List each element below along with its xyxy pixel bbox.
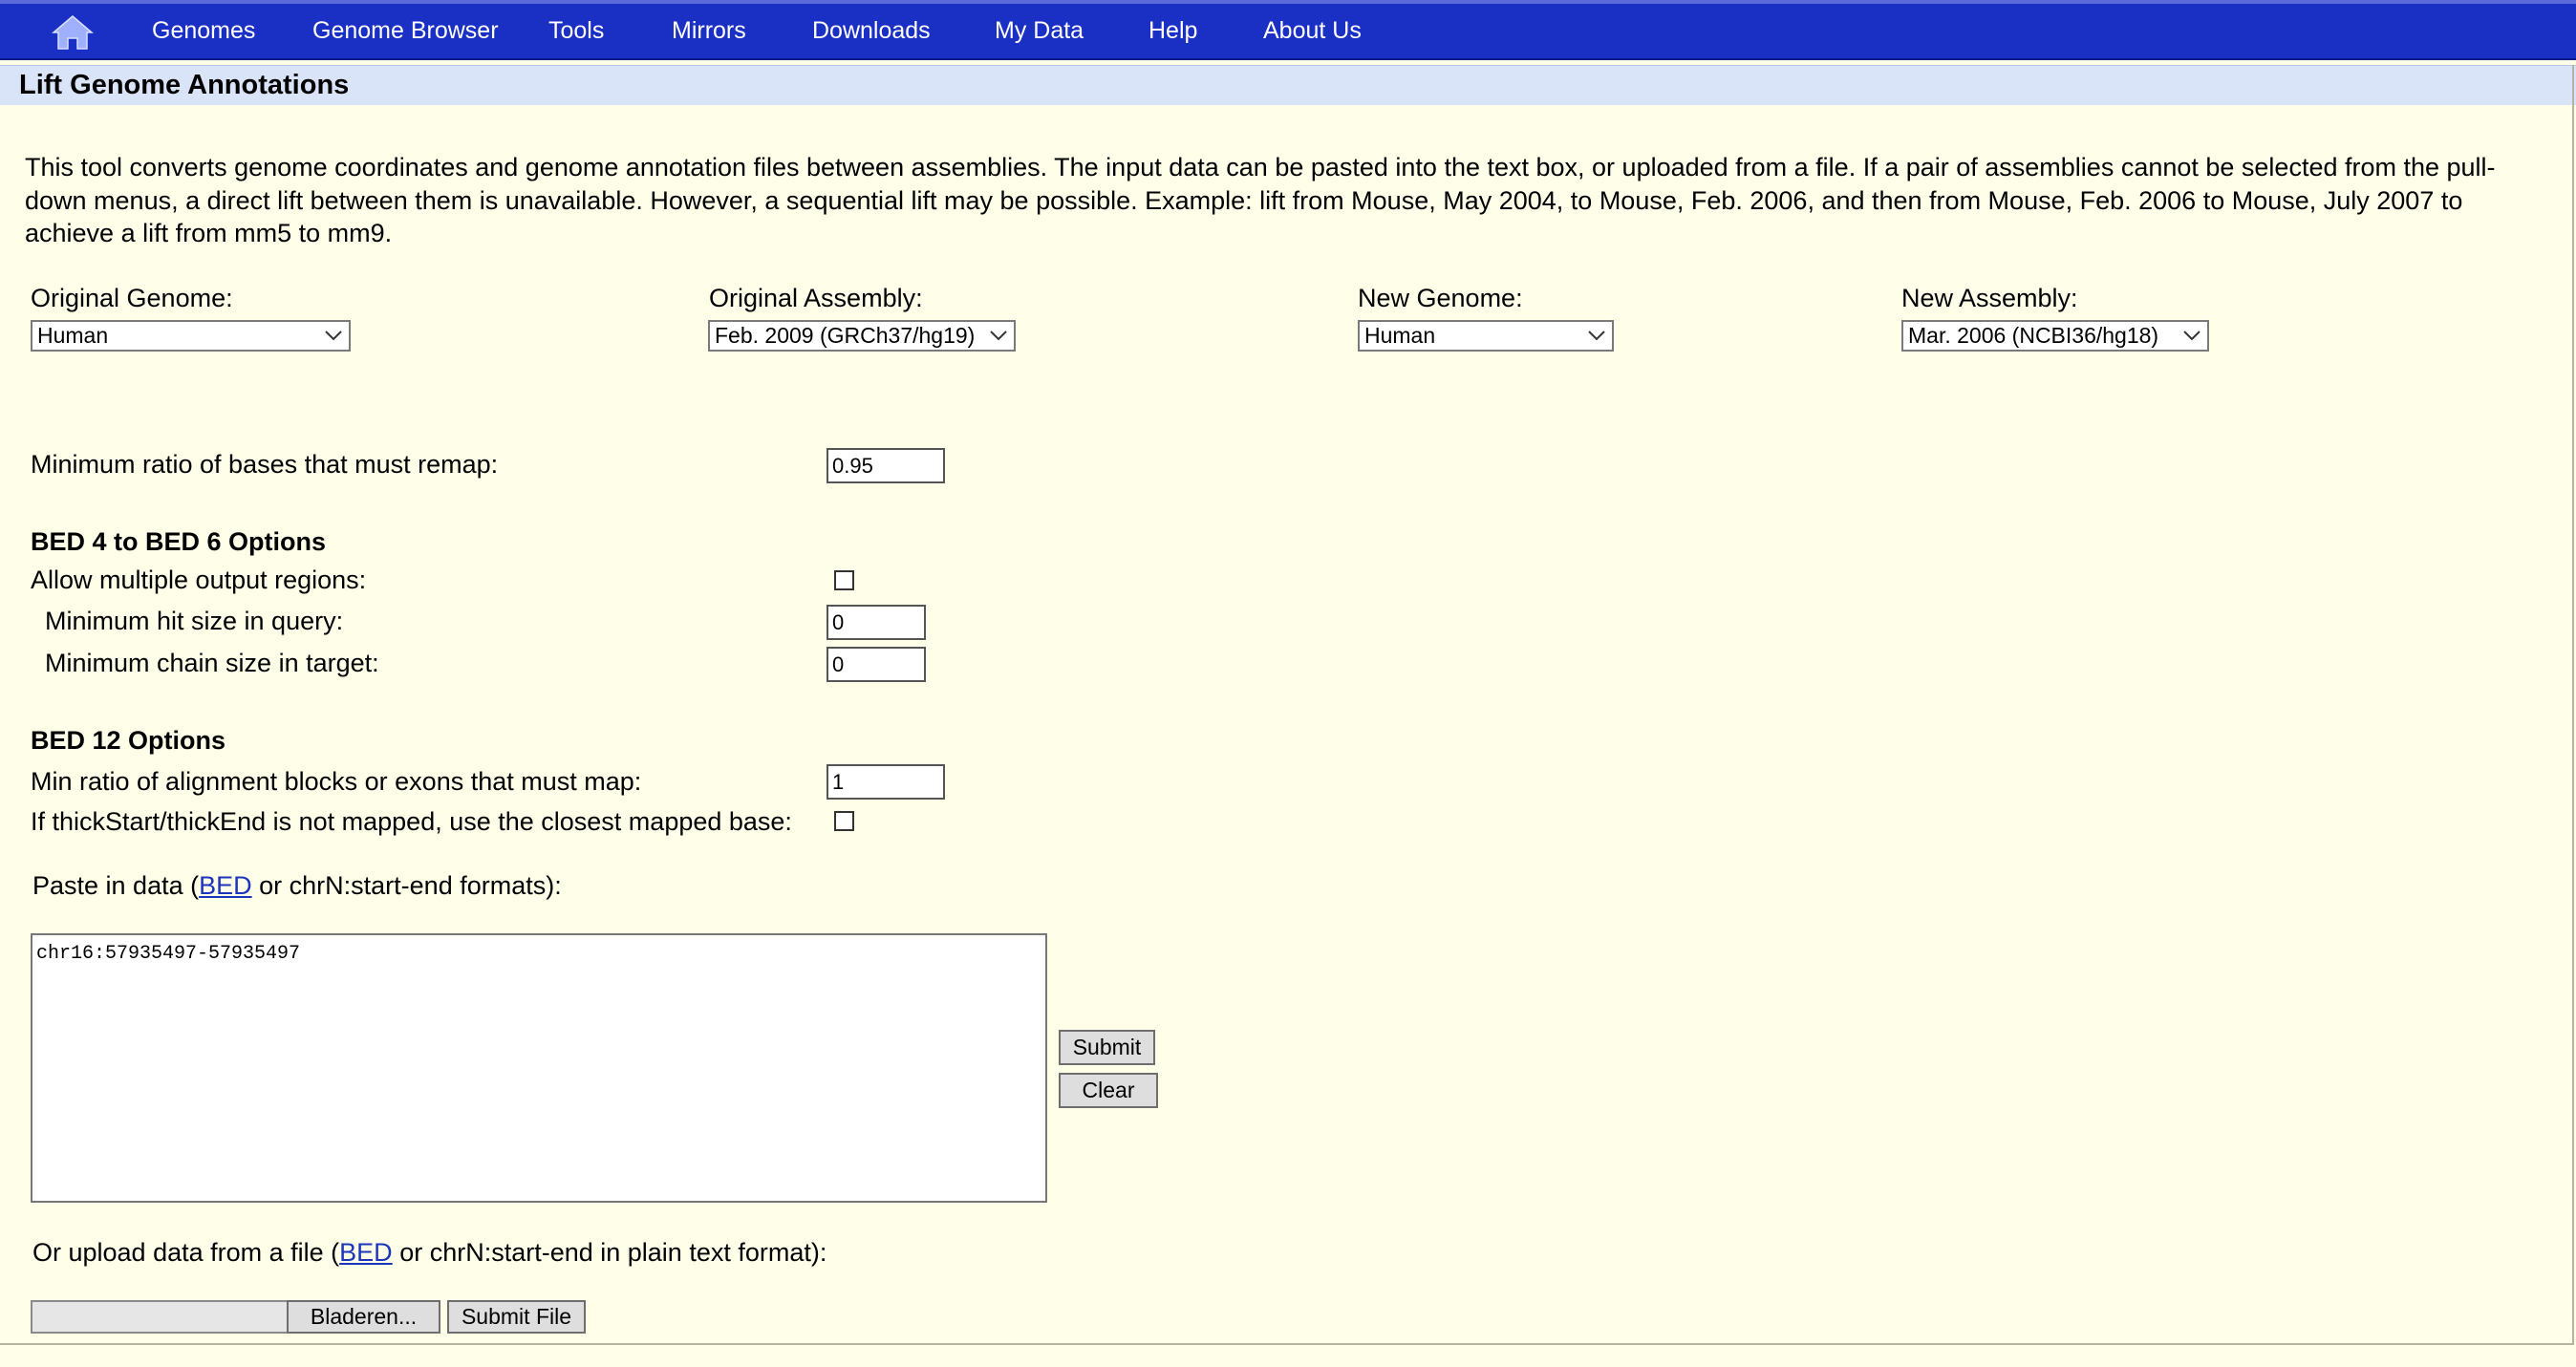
- upload-label-suffix: or chrN:start-end in plain text format):: [392, 1238, 827, 1267]
- new-assembly-value: Mar. 2006 (NCBI36/hg18): [1908, 323, 2159, 348]
- home-icon[interactable]: [50, 13, 96, 52]
- upload-label-prefix: Or upload data from a file (: [32, 1238, 340, 1267]
- allow-multiple-label: Allow multiple output regions:: [31, 566, 367, 594]
- bed12-heading: BED 12 Options: [31, 726, 226, 755]
- submit-file-button[interactable]: Submit File: [447, 1300, 586, 1334]
- new-assembly-label: New Assembly:: [1901, 284, 2078, 312]
- chevron-down-icon: [990, 331, 1007, 341]
- browse-button[interactable]: Bladeren...: [287, 1300, 440, 1334]
- paste-label-suffix: or chrN:start-end formats):: [251, 871, 562, 900]
- nav-downloads[interactable]: Downloads: [812, 4, 931, 58]
- new-assembly-select[interactable]: Mar. 2006 (NCBI36/hg18): [1901, 320, 2209, 352]
- min-blocks-input[interactable]: 1: [826, 764, 945, 800]
- original-genome-select[interactable]: Human: [31, 320, 351, 352]
- new-genome-select[interactable]: Human: [1358, 320, 1614, 352]
- chevron-down-icon: [2183, 331, 2200, 341]
- paste-data-textarea[interactable]: chr16:57935497-57935497: [31, 933, 1047, 1203]
- original-assembly-value: Feb. 2009 (GRCh37/hg19): [715, 323, 976, 348]
- new-genome-value: Human: [1364, 323, 1436, 348]
- original-genome-label: Original Genome:: [31, 284, 233, 312]
- min-hit-label: Minimum hit size in query:: [45, 607, 344, 635]
- nav-tools[interactable]: Tools: [548, 4, 604, 58]
- min-ratio-input[interactable]: 0.95: [826, 448, 945, 483]
- nav-my-data[interactable]: My Data: [995, 4, 1084, 58]
- chevron-down-icon: [325, 331, 342, 341]
- original-assembly-select[interactable]: Feb. 2009 (GRCh37/hg19): [708, 320, 1016, 352]
- bed4to6-heading: BED 4 to BED 6 Options: [31, 527, 327, 556]
- nav-about-us[interactable]: About Us: [1263, 4, 1362, 58]
- submit-button[interactable]: Submit: [1059, 1030, 1155, 1065]
- title-bar: Lift Genome Annotations: [0, 65, 2576, 105]
- bed-format-link[interactable]: BED: [199, 871, 252, 900]
- bed-format-link-upload[interactable]: BED: [339, 1238, 393, 1267]
- nav-genome-browser[interactable]: Genome Browser: [312, 4, 499, 58]
- page-title: Lift Genome Annotations: [19, 70, 350, 100]
- file-path-field[interactable]: [31, 1300, 287, 1334]
- min-blocks-label: Min ratio of alignment blocks or exons t…: [31, 767, 642, 796]
- thick-checkbox[interactable]: [834, 811, 854, 831]
- thick-label: If thickStart/thickEnd is not mapped, us…: [31, 807, 792, 836]
- min-chain-label: Minimum chain size in target:: [45, 649, 379, 677]
- allow-multiple-checkbox[interactable]: [834, 570, 854, 590]
- nav-genomes[interactable]: Genomes: [152, 4, 255, 58]
- original-genome-value: Human: [37, 323, 109, 348]
- intro-text: This tool converts genome coordinates an…: [25, 153, 2496, 247]
- min-chain-input[interactable]: 0: [826, 647, 926, 682]
- upload-label: Or upload data from a file (BED or chrN:…: [32, 1238, 826, 1268]
- min-ratio-label: Minimum ratio of bases that must remap:: [31, 450, 499, 479]
- paste-label-prefix: Paste in data (: [32, 871, 200, 900]
- paste-label: Paste in data (BED or chrN:start-end for…: [32, 871, 562, 901]
- top-navigation-bar: Genomes Genome Browser Tools Mirrors Dow…: [0, 0, 2576, 60]
- nav-mirrors[interactable]: Mirrors: [672, 4, 746, 58]
- original-assembly-label: Original Assembly:: [709, 284, 923, 312]
- clear-button[interactable]: Clear: [1059, 1073, 1158, 1108]
- chevron-down-icon: [1588, 331, 1605, 341]
- min-hit-input[interactable]: 0: [826, 605, 926, 640]
- nav-help[interactable]: Help: [1148, 4, 1197, 58]
- new-genome-label: New Genome:: [1358, 284, 1523, 312]
